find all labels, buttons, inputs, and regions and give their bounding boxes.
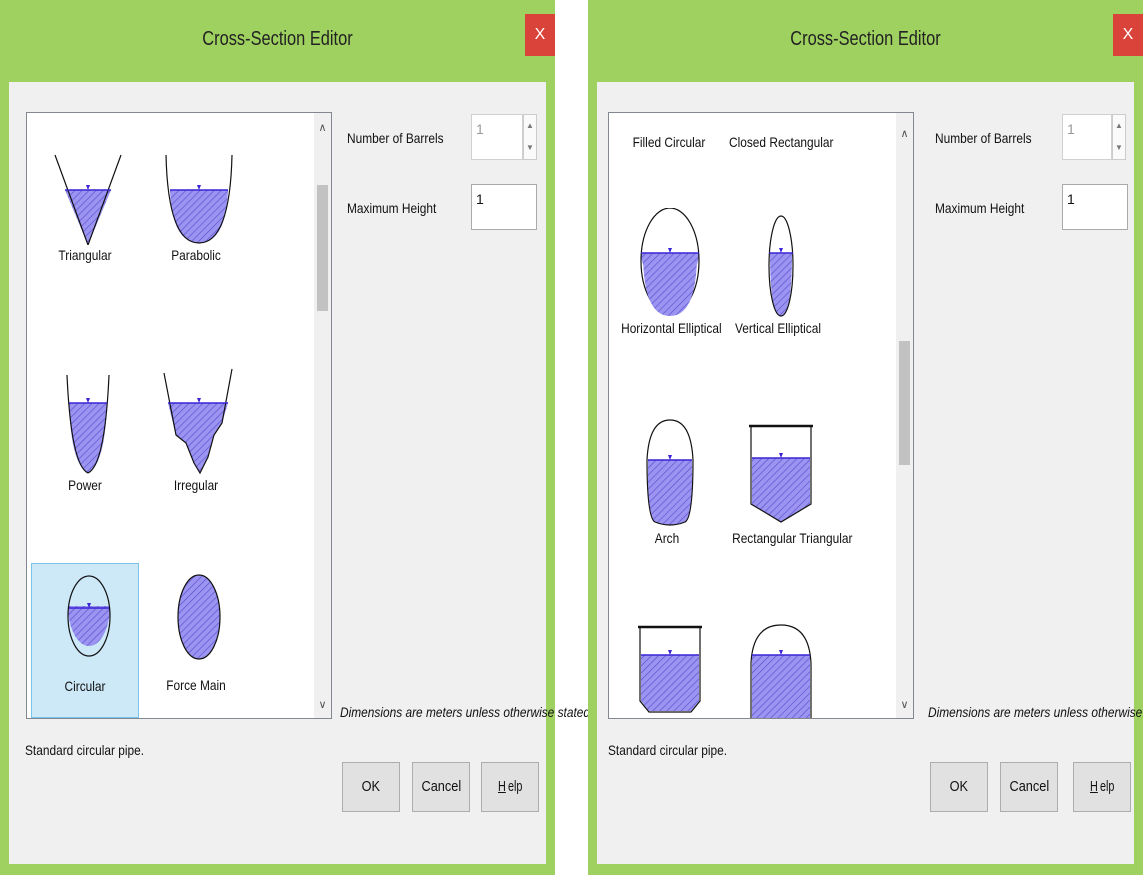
vertical-elliptical-shape-icon	[768, 215, 794, 317]
cancel-button[interactable]: Cancel	[1000, 762, 1058, 812]
irregular-shape-icon	[163, 368, 233, 475]
shape-item-parabolic[interactable]: Parabolic	[142, 133, 250, 288]
spin-up-icon[interactable]: ▲	[524, 115, 536, 137]
barrels-spinner[interactable]: ▲ ▼	[523, 114, 537, 160]
shape-label: Force Main	[166, 677, 226, 693]
horizontal-elliptical-shape-icon	[640, 208, 700, 316]
shape-label: Circular	[64, 678, 106, 694]
scroll-down-icon[interactable]: ∨	[314, 696, 331, 714]
list-scrollbar[interactable]: ∧ ∨	[314, 113, 331, 718]
cross-section-editor-window-left: Cross-Section Editor X Triangular Parabo…	[0, 0, 593, 875]
cancel-button[interactable]: Cancel	[412, 762, 470, 812]
window-title: Cross-Section Editor	[790, 28, 941, 50]
shape-item-rectangular-triangular[interactable]: Rectangular Triangular	[724, 416, 853, 571]
rectangular-triangular-shape-icon	[749, 424, 813, 523]
scroll-thumb[interactable]	[317, 185, 328, 311]
shape-description: Standard circular pipe.	[25, 742, 145, 758]
force-main-shape-icon	[177, 574, 221, 660]
shape-label: Horizontal Elliptical	[621, 320, 722, 336]
ok-button[interactable]: OK	[930, 762, 988, 812]
spin-down-icon[interactable]: ▼	[1113, 137, 1125, 159]
list-scrollbar[interactable]: ∧ ∨	[896, 113, 913, 718]
barrels-label: Number of Barrels	[935, 130, 1032, 146]
help-button[interactable]: Help	[1073, 762, 1131, 812]
shape-item-circular[interactable]: Circular	[31, 563, 139, 718]
title-bar[interactable]: Cross-Section Editor X	[0, 0, 555, 80]
close-button[interactable]: X	[525, 14, 555, 56]
shape-item-vertical-elliptical[interactable]: Vertical Elliptical	[724, 206, 832, 361]
shape-label: Triangular	[58, 247, 112, 263]
shape-list[interactable]: Filled Circular Closed Rectangular Horiz…	[608, 112, 914, 719]
ok-button[interactable]: OK	[342, 762, 400, 812]
scroll-up-icon[interactable]: ∧	[314, 119, 331, 137]
triangular-shape-icon	[54, 154, 122, 245]
arch-shape-icon	[646, 419, 694, 526]
units-note: Dimensions are meters unless otherwise s…	[340, 704, 594, 720]
help-button[interactable]: Help	[481, 762, 539, 812]
shape-description: Standard circular pipe.	[608, 742, 728, 758]
spin-up-icon[interactable]: ▲	[1113, 115, 1125, 137]
shape-label: Vertical Elliptical	[735, 320, 821, 336]
max-height-field[interactable]: 1	[1062, 184, 1128, 230]
max-height-field[interactable]: 1	[471, 184, 537, 230]
shape-item-force-main[interactable]: Force Main	[142, 563, 250, 718]
basket-handle-shape-icon	[750, 624, 812, 718]
power-shape-icon	[66, 374, 110, 474]
shape-label: Power	[68, 477, 102, 493]
dialog-client-area: Triangular Parabolic Power Irregular Cir…	[9, 82, 593, 864]
shape-item-horizontal-elliptical[interactable]: Horizontal Elliptical	[613, 206, 722, 361]
shape-item-triangular[interactable]: Triangular	[31, 133, 139, 288]
units-note: Dimensions are meters unless otherwise s…	[928, 704, 1144, 720]
circular-shape-icon	[67, 575, 111, 657]
shape-label: Parabolic	[171, 247, 221, 263]
spin-down-icon[interactable]: ▼	[524, 137, 536, 159]
shape-label-filled-circular[interactable]: Filled Circular	[618, 134, 720, 150]
shape-item-partial-2[interactable]	[724, 621, 832, 718]
scroll-thumb[interactable]	[899, 341, 910, 465]
shape-label: Rectangular Triangular	[732, 530, 853, 546]
scroll-down-icon[interactable]: ∨	[896, 696, 913, 714]
shape-list[interactable]: Triangular Parabolic Power Irregular Cir…	[26, 112, 332, 719]
max-height-label: Maximum Height	[935, 200, 1025, 216]
shape-label: Arch	[654, 530, 680, 546]
close-button[interactable]: X	[1113, 14, 1143, 56]
title-bar[interactable]: Cross-Section Editor X	[588, 0, 1143, 80]
shape-item-partial-1[interactable]	[613, 621, 721, 718]
shape-item-power[interactable]: Power	[31, 363, 139, 518]
cross-section-editor-window-right: Cross-Section Editor X Filled Circular C…	[588, 0, 1144, 875]
rectangular-round-shape-icon	[638, 625, 702, 713]
shape-item-arch[interactable]: Arch	[613, 416, 721, 571]
dialog-client-area: Filled Circular Closed Rectangular Horiz…	[597, 82, 1144, 864]
barrels-field[interactable]: 1	[471, 114, 523, 160]
shape-label: Irregular	[173, 477, 219, 493]
scroll-up-icon[interactable]: ∧	[896, 125, 913, 143]
window-title: Cross-Section Editor	[202, 28, 353, 50]
shape-label-closed-rectangular[interactable]: Closed Rectangular	[729, 134, 834, 150]
shape-item-irregular[interactable]: Irregular	[142, 363, 250, 518]
max-height-label: Maximum Height	[347, 200, 437, 216]
parabolic-shape-icon	[165, 154, 233, 244]
barrels-spinner[interactable]: ▲ ▼	[1112, 114, 1126, 160]
barrels-field[interactable]: 1	[1062, 114, 1112, 160]
barrels-label: Number of Barrels	[347, 130, 444, 146]
